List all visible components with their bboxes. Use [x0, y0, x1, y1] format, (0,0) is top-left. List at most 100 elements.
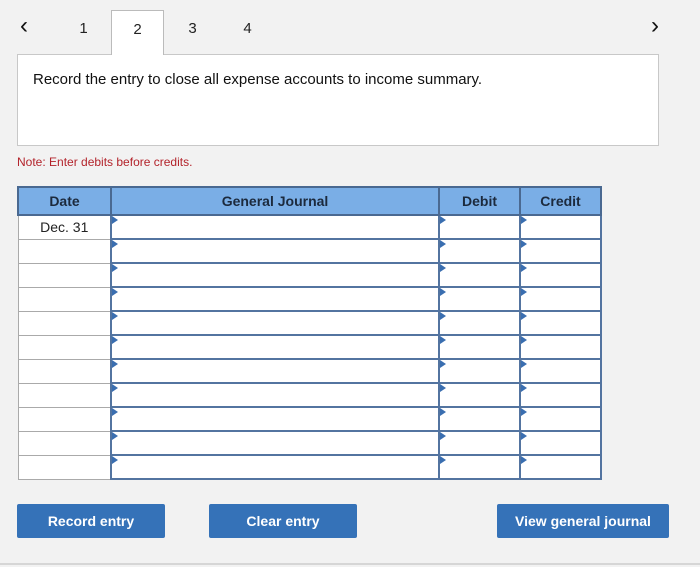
- dropdown-marker-icon: [521, 432, 527, 440]
- debit-input[interactable]: [438, 406, 521, 432]
- dropdown-marker-icon: [440, 384, 446, 392]
- dropdown-marker-icon: [440, 336, 446, 344]
- table-header-row: Date General Journal Debit Credit: [17, 186, 602, 216]
- table-row: [17, 430, 602, 456]
- dropdown-marker-icon: [521, 456, 527, 464]
- account-input[interactable]: [110, 382, 440, 408]
- bottom-divider: [0, 563, 700, 565]
- record-entry-button[interactable]: Record entry: [17, 504, 165, 538]
- dropdown-marker-icon: [112, 312, 118, 320]
- table-row: [17, 382, 602, 408]
- credit-input[interactable]: [519, 406, 602, 432]
- view-general-journal-button[interactable]: View general journal: [497, 504, 669, 538]
- tab-2[interactable]: 2: [111, 10, 164, 55]
- chevron-right-icon[interactable]: ›: [651, 14, 659, 38]
- account-input[interactable]: [110, 310, 440, 336]
- date-cell[interactable]: [17, 430, 112, 456]
- table-row: [17, 238, 602, 264]
- debit-input[interactable]: [438, 286, 521, 312]
- dropdown-marker-icon: [440, 288, 446, 296]
- account-input[interactable]: [110, 238, 440, 264]
- date-cell[interactable]: [17, 334, 112, 360]
- dropdown-marker-icon: [440, 240, 446, 248]
- debit-input[interactable]: [438, 214, 521, 240]
- account-input[interactable]: [110, 214, 440, 240]
- debit-input[interactable]: [438, 358, 521, 384]
- dropdown-marker-icon: [521, 384, 527, 392]
- dropdown-marker-icon: [440, 408, 446, 416]
- debit-input[interactable]: [438, 262, 521, 288]
- credit-input[interactable]: [519, 214, 602, 240]
- dropdown-marker-icon: [112, 456, 118, 464]
- dropdown-marker-icon: [112, 408, 118, 416]
- date-cell[interactable]: [17, 238, 112, 264]
- tab-1[interactable]: 1: [57, 10, 110, 54]
- dropdown-marker-icon: [112, 288, 118, 296]
- debit-input[interactable]: [438, 334, 521, 360]
- dropdown-marker-icon: [440, 432, 446, 440]
- credit-input[interactable]: [519, 238, 602, 264]
- debit-input[interactable]: [438, 382, 521, 408]
- header-debit: Debit: [438, 186, 521, 216]
- table-row: [17, 334, 602, 360]
- account-input[interactable]: [110, 454, 440, 480]
- dropdown-marker-icon: [112, 360, 118, 368]
- prompt-text: Record the entry to close all expense ac…: [33, 71, 483, 88]
- credit-input[interactable]: [519, 262, 602, 288]
- date-cell: Dec. 31: [17, 214, 112, 240]
- account-input[interactable]: [110, 286, 440, 312]
- dropdown-marker-icon: [112, 432, 118, 440]
- dropdown-marker-icon: [112, 216, 118, 224]
- table-row: Dec. 31: [17, 214, 602, 240]
- dropdown-marker-icon: [521, 264, 527, 272]
- journal-table: Date General Journal Debit Credit Dec. 3…: [17, 186, 602, 480]
- debit-input[interactable]: [438, 454, 521, 480]
- dropdown-marker-icon: [521, 408, 527, 416]
- table-row: [17, 406, 602, 432]
- date-cell[interactable]: [17, 358, 112, 384]
- dropdown-marker-icon: [521, 216, 527, 224]
- dropdown-marker-icon: [440, 312, 446, 320]
- account-input[interactable]: [110, 262, 440, 288]
- date-cell[interactable]: [17, 286, 112, 312]
- date-cell[interactable]: [17, 382, 112, 408]
- credit-input[interactable]: [519, 310, 602, 336]
- table-row: [17, 454, 602, 480]
- date-cell[interactable]: [17, 406, 112, 432]
- dropdown-marker-icon: [521, 312, 527, 320]
- note-text: Note: Enter debits before credits.: [17, 155, 193, 169]
- dropdown-marker-icon: [440, 360, 446, 368]
- credit-input[interactable]: [519, 334, 602, 360]
- tab-4[interactable]: 4: [221, 10, 274, 54]
- date-cell[interactable]: [17, 454, 112, 480]
- dropdown-marker-icon: [112, 240, 118, 248]
- account-input[interactable]: [110, 358, 440, 384]
- credit-input[interactable]: [519, 286, 602, 312]
- account-input[interactable]: [110, 334, 440, 360]
- header-date: Date: [17, 186, 112, 216]
- debit-input[interactable]: [438, 238, 521, 264]
- dropdown-marker-icon: [521, 240, 527, 248]
- tab-3[interactable]: 3: [166, 10, 219, 54]
- dropdown-marker-icon: [440, 216, 446, 224]
- chevron-left-icon[interactable]: ‹: [20, 14, 28, 38]
- dropdown-marker-icon: [112, 264, 118, 272]
- date-cell[interactable]: [17, 262, 112, 288]
- table-row: [17, 310, 602, 336]
- credit-input[interactable]: [519, 358, 602, 384]
- dropdown-marker-icon: [521, 360, 527, 368]
- debit-input[interactable]: [438, 310, 521, 336]
- account-input[interactable]: [110, 430, 440, 456]
- debit-input[interactable]: [438, 430, 521, 456]
- dropdown-marker-icon: [521, 288, 527, 296]
- table-row: [17, 358, 602, 384]
- credit-input[interactable]: [519, 382, 602, 408]
- credit-input[interactable]: [519, 454, 602, 480]
- account-input[interactable]: [110, 406, 440, 432]
- prompt-box: Record the entry to close all expense ac…: [17, 54, 659, 146]
- clear-entry-button[interactable]: Clear entry: [209, 504, 357, 538]
- table-row: [17, 286, 602, 312]
- credit-input[interactable]: [519, 430, 602, 456]
- dropdown-marker-icon: [440, 456, 446, 464]
- date-cell[interactable]: [17, 310, 112, 336]
